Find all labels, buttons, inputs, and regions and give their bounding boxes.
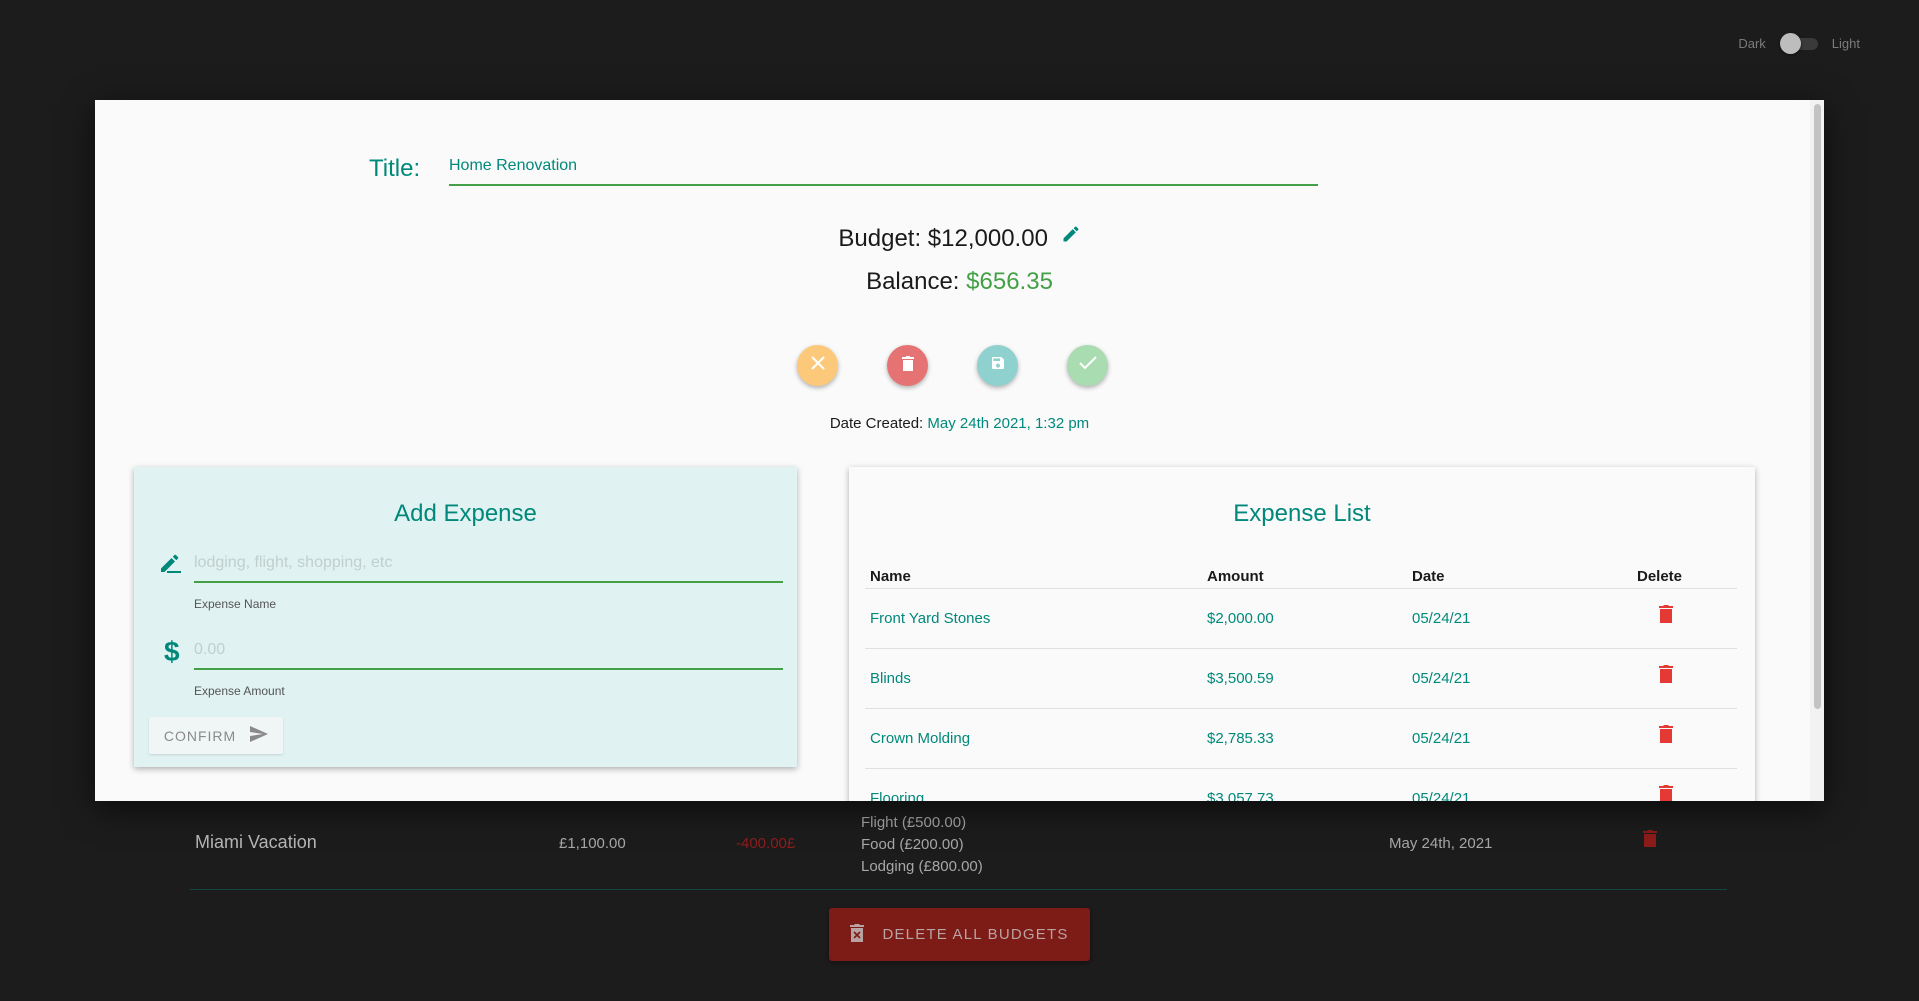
delete-forever-icon (850, 923, 865, 946)
modal-actions (797, 345, 1108, 386)
dollar-icon: $ (164, 636, 180, 670)
budget-expense-summary: Flight (£500.00) Food (£200.00) Lodging … (861, 812, 983, 878)
expense-amount: $2,785.33 (1207, 730, 1274, 747)
expense-summary-item: Food (£200.00) (861, 836, 964, 853)
expense-date: 05/24/21 (1412, 790, 1471, 801)
balance-display: Balance: $656.35 (95, 268, 1824, 296)
column-header-delete: Delete (1637, 568, 1683, 585)
budget-row: Miami Vacation £1,100.00 -400.00£ Flight… (190, 800, 1727, 890)
expense-date: 05/24/21 (1412, 610, 1471, 627)
budget-date: May 24th, 2021 (1389, 835, 1493, 852)
close-icon (810, 355, 826, 376)
date-created: Date Created: May 24th 2021, 1:32 pm (95, 415, 1824, 432)
budget-amount: £1,100.00 (559, 835, 626, 852)
budget-modal: Title: Budget: $12,000.00 Balance: $656.… (95, 100, 1824, 801)
budget-name: Miami Vacation (195, 832, 317, 852)
trash-icon (901, 355, 914, 376)
trash-icon[interactable] (1659, 665, 1673, 687)
dark-label: Dark (1738, 35, 1766, 51)
send-icon (250, 726, 269, 745)
delete-all-budgets-button[interactable]: DELETE ALL BUDGETS (829, 908, 1090, 961)
pencil-icon[interactable] (1061, 223, 1081, 251)
column-header-name: Name (870, 568, 911, 585)
expense-amount-help: Expense Amount (194, 684, 285, 698)
trash-icon[interactable] (1643, 830, 1657, 853)
add-expense-title: Add Expense (394, 500, 537, 527)
light-label: Light (1831, 35, 1860, 51)
expense-list-card: Expense List Name Amount Date Delete Fro… (849, 467, 1755, 801)
delete-budget-button[interactable] (887, 345, 928, 386)
expense-name: Front Yard Stones (870, 610, 991, 627)
svg-text:$: $ (164, 637, 180, 665)
date-created-value: May 24th 2021, 1:32 pm (927, 415, 1090, 432)
add-expense-card: Add Expense Expense Name $ Expense Amoun… (134, 467, 797, 767)
table-header: Name Amount Date Delete (865, 567, 1737, 589)
expense-date: 05/24/21 (1412, 670, 1471, 687)
expense-summary-item: Flight (£500.00) (861, 814, 967, 831)
title-label: Title: (369, 155, 421, 182)
expense-amount: $3,057.73 (1207, 790, 1274, 801)
pen-icon (159, 552, 183, 579)
delete-all-label: DELETE ALL BUDGETS (882, 926, 1069, 943)
budget-label: Budget: (838, 225, 922, 252)
balance-value: $656.35 (966, 268, 1053, 295)
modal-scrollbar[interactable] (1810, 100, 1824, 801)
table-row: Blinds $3,500.59 05/24/21 (865, 649, 1737, 709)
title-input[interactable] (449, 148, 1318, 186)
confirm-expense-button[interactable]: CONFIRM (149, 717, 283, 754)
table-row: Flooring $3,057.73 05/24/21 (865, 769, 1737, 801)
expense-table: Name Amount Date Delete Front Yard Stone… (865, 567, 1737, 801)
table-row: Front Yard Stones $2,000.00 05/24/21 (865, 589, 1737, 649)
save-button[interactable] (977, 345, 1018, 386)
expense-list-title: Expense List (1233, 500, 1371, 527)
date-created-label: Date Created: (829, 415, 924, 432)
expense-amount: $3,500.59 (1207, 670, 1274, 687)
expense-name: Crown Molding (870, 730, 971, 747)
column-header-date: Date (1412, 568, 1445, 585)
check-icon (1078, 356, 1097, 375)
expense-name: Flooring (870, 790, 925, 801)
scrollbar-thumb[interactable] (1814, 104, 1821, 709)
budget-balance: -400.00£ (736, 835, 796, 852)
expense-summary-item: Lodging (£800.00) (861, 858, 983, 875)
expense-amount: $2,000.00 (1207, 610, 1274, 627)
switch-thumb (1779, 33, 1801, 54)
budget-value: $12,000.00 (927, 225, 1048, 252)
expense-amount-input[interactable] (194, 632, 783, 670)
expense-name-help: Expense Name (194, 597, 277, 611)
expense-date: 05/24/21 (1412, 730, 1471, 747)
table-row: Crown Molding $2,785.33 05/24/21 (865, 709, 1737, 769)
trash-icon[interactable] (1659, 605, 1673, 627)
theme-toggle: Dark Light (1738, 33, 1860, 54)
cancel-button[interactable] (797, 345, 838, 386)
trash-icon[interactable] (1659, 725, 1673, 747)
balance-label: Balance: (866, 268, 960, 295)
floppy-disk-icon (990, 355, 1006, 376)
column-header-amount: Amount (1207, 568, 1264, 585)
confirm-budget-button[interactable] (1067, 345, 1108, 386)
confirm-label: CONFIRM (163, 727, 237, 744)
theme-switch[interactable] (1779, 33, 1818, 54)
trash-icon[interactable] (1659, 785, 1673, 801)
budget-display: Budget: $12,000.00 (95, 225, 1824, 253)
expense-name: Blinds (870, 670, 911, 687)
expense-name-input[interactable] (194, 545, 783, 583)
